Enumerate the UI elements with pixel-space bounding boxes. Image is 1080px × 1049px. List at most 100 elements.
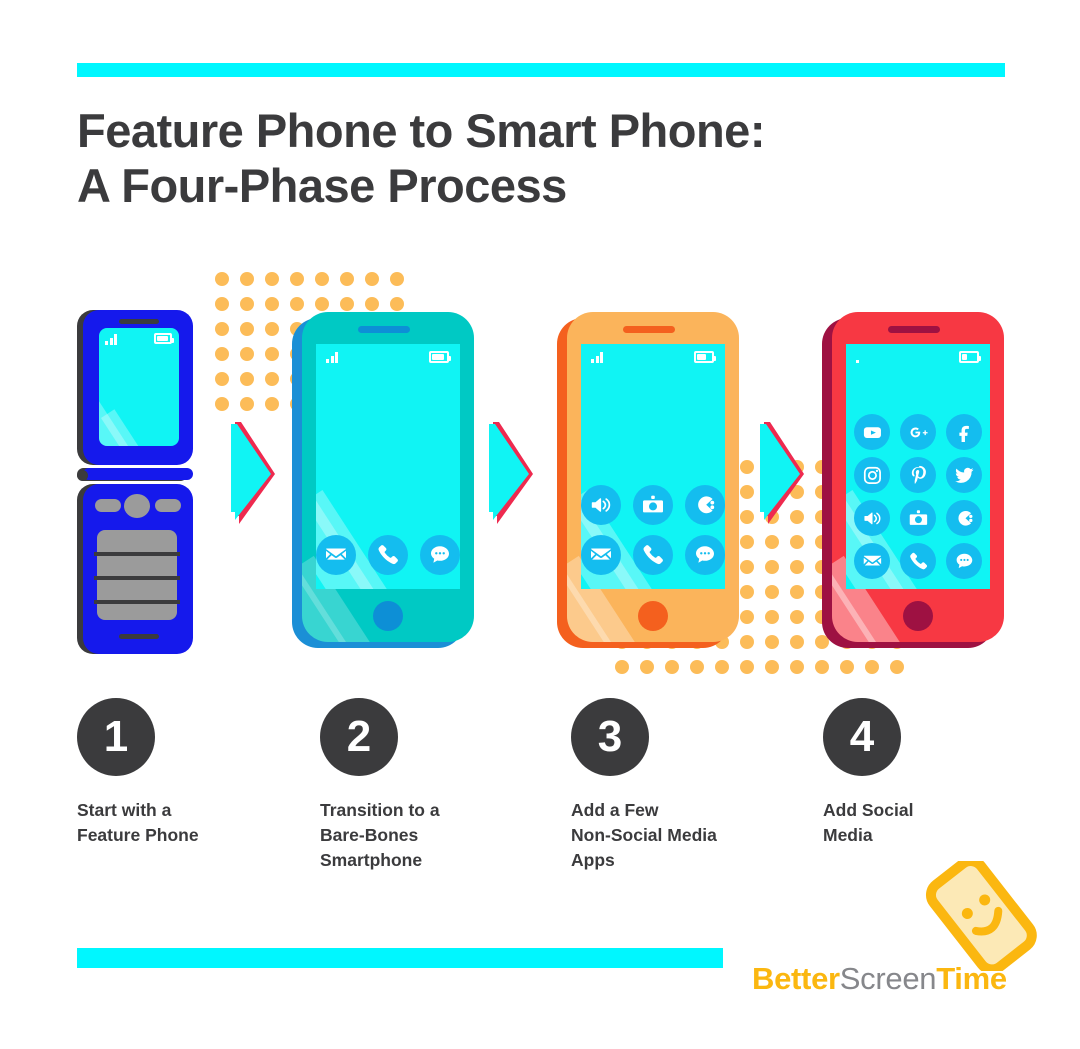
dot bbox=[615, 660, 629, 674]
dot bbox=[865, 660, 879, 674]
signal-bars-icon bbox=[591, 352, 603, 363]
left-soft-key[interactable] bbox=[95, 499, 121, 512]
game-icon[interactable] bbox=[685, 485, 725, 525]
dot bbox=[715, 660, 729, 674]
dot bbox=[890, 660, 904, 674]
dot bbox=[240, 397, 254, 411]
right-soft-key[interactable] bbox=[155, 499, 181, 512]
pinterest-icon[interactable] bbox=[900, 457, 936, 493]
battery-icon bbox=[429, 351, 451, 363]
feature-phone-bottom-body bbox=[83, 484, 193, 654]
signal-bars-icon bbox=[105, 334, 117, 345]
dot bbox=[240, 347, 254, 361]
phone-icon[interactable] bbox=[633, 535, 673, 575]
smartphone-3-body bbox=[567, 312, 739, 642]
app-grid-3 bbox=[581, 485, 725, 575]
youtube-icon[interactable] bbox=[854, 414, 890, 450]
dot bbox=[790, 660, 804, 674]
twitter-icon[interactable] bbox=[946, 457, 982, 493]
instagram-icon[interactable] bbox=[854, 457, 890, 493]
feature-phone-screen bbox=[99, 328, 179, 446]
smiley-phone-icon bbox=[922, 856, 1042, 976]
message-icon[interactable] bbox=[685, 535, 725, 575]
dot bbox=[790, 635, 804, 649]
dot bbox=[740, 610, 754, 624]
phone-stage-3 bbox=[557, 312, 739, 648]
dot bbox=[765, 660, 779, 674]
dot bbox=[215, 272, 229, 286]
camera-icon[interactable] bbox=[900, 500, 936, 536]
dot bbox=[840, 660, 854, 674]
home-button[interactable] bbox=[373, 601, 403, 631]
message-icon[interactable] bbox=[946, 543, 982, 579]
mail-icon[interactable] bbox=[854, 543, 890, 579]
dot bbox=[215, 397, 229, 411]
feature-phone-hinge bbox=[83, 468, 193, 480]
phone-icon[interactable] bbox=[900, 543, 936, 579]
dot bbox=[265, 347, 279, 361]
dot bbox=[265, 372, 279, 386]
message-icon[interactable] bbox=[420, 535, 460, 575]
status-bar bbox=[846, 344, 990, 368]
game-icon[interactable] bbox=[946, 500, 982, 536]
speaker-icon[interactable] bbox=[854, 500, 890, 536]
step-1-number: 1 bbox=[77, 698, 155, 776]
dot bbox=[265, 322, 279, 336]
earpiece-speaker bbox=[888, 326, 940, 333]
dot bbox=[365, 272, 379, 286]
dot bbox=[340, 272, 354, 286]
phone-icon[interactable] bbox=[368, 535, 408, 575]
dot bbox=[740, 560, 754, 574]
dot bbox=[390, 272, 404, 286]
logo-word-screen: Screen bbox=[839, 961, 937, 996]
phone-stage-2 bbox=[292, 312, 474, 648]
dot bbox=[265, 272, 279, 286]
smartphone-2-body bbox=[302, 312, 474, 642]
dot bbox=[240, 322, 254, 336]
dpad-center-button[interactable] bbox=[124, 494, 150, 518]
battery-icon bbox=[959, 351, 981, 363]
camera-icon[interactable] bbox=[633, 485, 673, 525]
mail-icon[interactable] bbox=[316, 535, 356, 575]
bottom-accent-bar bbox=[77, 948, 723, 968]
dot bbox=[340, 297, 354, 311]
step-4-number: 4 bbox=[823, 698, 901, 776]
step-2-caption: Transition to a Bare-Bones Smartphone bbox=[320, 800, 440, 870]
status-bar bbox=[316, 344, 460, 368]
dot bbox=[290, 297, 304, 311]
app-grid-4 bbox=[846, 414, 990, 579]
mail-icon[interactable] bbox=[581, 535, 621, 575]
googleplus-icon[interactable] bbox=[900, 414, 936, 450]
dot bbox=[215, 372, 229, 386]
phone-stage-1 bbox=[77, 310, 197, 656]
dot bbox=[265, 297, 279, 311]
facebook-icon[interactable] bbox=[946, 414, 982, 450]
dot bbox=[790, 585, 804, 599]
dot bbox=[740, 460, 754, 474]
battery-icon bbox=[154, 333, 174, 344]
speaker-icon[interactable] bbox=[581, 485, 621, 525]
home-button[interactable] bbox=[903, 601, 933, 631]
step-2: 2 Transition to a Bare-Bones Smartphone bbox=[320, 698, 530, 873]
keypad[interactable] bbox=[97, 530, 177, 620]
home-button[interactable] bbox=[638, 601, 668, 631]
dot bbox=[240, 372, 254, 386]
phone-stage-4 bbox=[822, 312, 1004, 648]
dot bbox=[765, 610, 779, 624]
smartphone-2-screen bbox=[316, 344, 460, 589]
dot bbox=[315, 272, 329, 286]
arrow-connector-1 bbox=[231, 420, 277, 528]
dot bbox=[315, 297, 329, 311]
step-3: 3 Add a Few Non-Social Media Apps bbox=[571, 698, 781, 873]
dot bbox=[765, 560, 779, 574]
dot bbox=[690, 660, 704, 674]
dot bbox=[790, 535, 804, 549]
step-4-caption: Add Social Media bbox=[823, 800, 914, 845]
logo-wordmark: BetterScreenTime bbox=[752, 961, 1007, 997]
brand-logo[interactable]: BetterScreenTime bbox=[752, 856, 1042, 1006]
hinge-pivot-dot bbox=[77, 470, 88, 481]
dot bbox=[390, 297, 404, 311]
dot bbox=[740, 660, 754, 674]
step-1: 1 Start with a Feature Phone bbox=[77, 698, 287, 848]
dot bbox=[665, 660, 679, 674]
